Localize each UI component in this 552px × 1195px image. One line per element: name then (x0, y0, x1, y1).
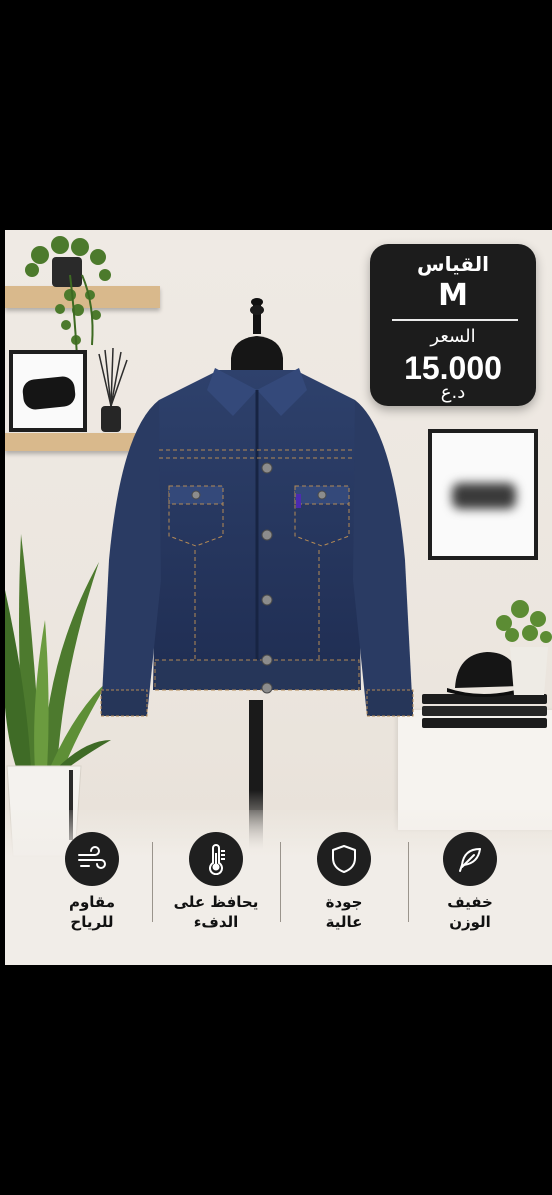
feature-wind-resistant: مقاوم للرياح (37, 832, 147, 932)
feature-divider (280, 842, 281, 922)
size-value: M (438, 278, 468, 313)
feature-warm-line2: الدفء (193, 913, 239, 931)
feature-quality-line1: جودة (325, 893, 363, 911)
shield-icon (317, 832, 371, 886)
feature-quality-line2: عالية (325, 913, 363, 931)
feature-divider (152, 842, 153, 922)
feature-light-line1: خفيف (447, 893, 493, 911)
feature-wind-line2: للرياح (70, 913, 114, 931)
denim-jacket (99, 360, 415, 720)
product-image-card: القياس M السعر 15.000 د.ع مقاوم للرياح ي… (5, 230, 552, 965)
feature-lightweight: خفيف الوزن (415, 832, 525, 932)
size-price-badge: القياس M السعر 15.000 د.ع (370, 244, 536, 406)
feature-high-quality: جودة عالية (289, 832, 399, 932)
price-label: السعر (430, 326, 476, 347)
feather-icon (443, 832, 497, 886)
feature-keeps-warm: يحافظ على الدفء (161, 832, 271, 932)
wind-icon (65, 832, 119, 886)
feature-warm-line1: يحافظ على (173, 893, 259, 911)
wall-frame-left (9, 350, 87, 432)
feature-light-line2: الوزن (449, 913, 491, 931)
potted-plant-right (490, 595, 552, 695)
feature-divider (408, 842, 409, 922)
feature-wind-line1: مقاوم (68, 893, 116, 911)
price-currency: د.ع (440, 382, 466, 403)
size-label: القياس (416, 252, 490, 276)
thermometer-icon (189, 832, 243, 886)
wall-frame-right (428, 429, 538, 560)
badge-divider (392, 319, 518, 321)
